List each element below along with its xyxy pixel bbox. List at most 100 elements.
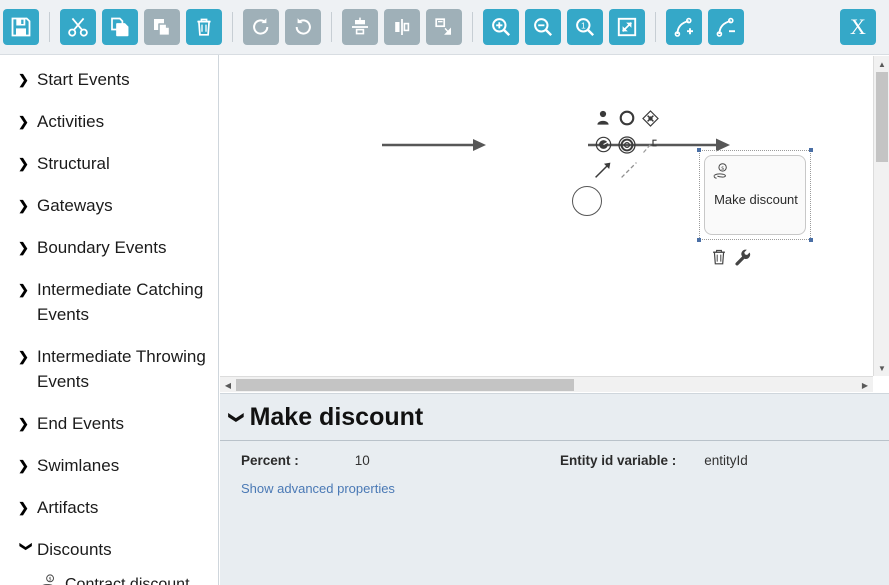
align-vertical-icon (349, 16, 371, 38)
palette-item-label: Contract discount (65, 576, 190, 585)
zoom-fit-button[interactable] (609, 9, 645, 45)
scroll-right-arrow[interactable]: ▶ (857, 377, 873, 393)
palette-group-discounts[interactable]: ❯ Discounts (0, 537, 218, 562)
connect-sequence-flow-icon[interactable] (594, 161, 612, 184)
same-size-button[interactable] (426, 9, 462, 45)
append-text-annotation-icon[interactable] (642, 138, 659, 159)
toolbar-group-zoom: 1 (480, 9, 648, 45)
toolbar-group-file (0, 9, 42, 45)
canvas-vertical-scrollbar[interactable]: ▲ ▼ (873, 56, 889, 376)
palette-group-gateways[interactable]: ❯ Gateways (0, 193, 218, 218)
copy-button[interactable] (102, 9, 138, 45)
zoom-actual-icon: 1 (574, 16, 596, 38)
palette-group-swimlanes[interactable]: ❯ Swimlanes (0, 453, 218, 478)
palette-group-label: Structural (37, 154, 110, 173)
palette-item-contract-discount[interactable]: $ Contract discount (0, 573, 218, 585)
toolbar-separator (655, 12, 656, 42)
task-label: Make discount (714, 192, 798, 207)
property-row-entity-id-variable: Entity id variable : entityId (560, 453, 748, 468)
connect-association-icon[interactable] (620, 161, 638, 184)
palette-group-intermediate-catching-events[interactable]: ❯ Intermediate Catching Events (0, 277, 218, 327)
toolbar-group-history (240, 9, 324, 45)
redo-button[interactable] (243, 9, 279, 45)
palette-group-label: Boundary Events (37, 238, 167, 257)
zoom-out-button[interactable] (525, 9, 561, 45)
undo-icon (292, 16, 314, 38)
properties-body: Percent : 10 Entity id variable : entity… (220, 441, 889, 496)
align-horizontal-icon (391, 16, 413, 38)
copy-icon (109, 16, 131, 38)
delete-button[interactable] (186, 9, 222, 45)
append-user-task-icon[interactable] (596, 110, 610, 130)
scroll-down-arrow[interactable]: ▼ (874, 360, 889, 376)
append-gateway-icon[interactable] (642, 110, 659, 132)
property-row-percent: Percent : 10 (241, 453, 370, 468)
percent-label: Percent : (241, 453, 299, 468)
palette-group-label: Gateways (37, 196, 113, 215)
palette-group-start-events[interactable]: ❯ Start Events (0, 67, 218, 92)
align-vertical-button[interactable] (342, 9, 378, 45)
resize-handle-sw[interactable] (697, 238, 701, 242)
palette-group-activities[interactable]: ❯ Activities (0, 109, 218, 134)
entity-id-variable-label: Entity id variable : (560, 453, 677, 468)
zoom-actual-button[interactable]: 1 (567, 9, 603, 45)
zoom-in-button[interactable] (483, 9, 519, 45)
add-bendpoint-icon (673, 16, 695, 38)
palette-group-boundary-events[interactable]: ❯ Boundary Events (0, 235, 218, 260)
svg-text:$: $ (49, 576, 52, 583)
resize-handle-ne[interactable] (809, 148, 813, 152)
append-timer-event-icon[interactable] (595, 136, 612, 158)
diagram-canvas[interactable]: $ Make discount (220, 56, 873, 376)
resize-handle-nw[interactable] (697, 148, 701, 152)
scrollbar-corner (873, 376, 889, 392)
zoom-in-icon (490, 16, 512, 38)
svg-text:1: 1 (581, 21, 586, 31)
close-button[interactable]: X (840, 9, 876, 45)
paste-button[interactable] (144, 9, 180, 45)
palette-group-end-events[interactable]: ❯ End Events (0, 411, 218, 436)
undo-button[interactable] (285, 9, 321, 45)
chevron-right-icon: ❯ (18, 72, 29, 87)
palette-group-structural[interactable]: ❯ Structural (0, 151, 218, 176)
palette-group-label: Artifacts (37, 498, 99, 517)
align-horizontal-button[interactable] (384, 9, 420, 45)
task-shape[interactable]: $ Make discount (704, 155, 806, 235)
save-icon (10, 16, 32, 38)
chevron-down-icon: ❯ (19, 541, 34, 552)
properties-header[interactable]: ❯ Make discount (220, 394, 889, 441)
scroll-left-arrow[interactable]: ◀ (220, 377, 236, 393)
add-bendpoint-button[interactable] (666, 9, 702, 45)
start-event-shape[interactable] (572, 186, 602, 216)
cut-button[interactable] (60, 9, 96, 45)
entity-id-variable-value[interactable]: entityId (704, 453, 748, 468)
resize-handle-se[interactable] (809, 238, 813, 242)
toolbar-separator (331, 12, 332, 42)
palette-group-label: Activities (37, 112, 105, 131)
zoom-out-icon (532, 16, 554, 38)
append-end-event-icon[interactable] (618, 136, 636, 159)
remove-bendpoint-button[interactable] (708, 9, 744, 45)
same-size-icon (433, 16, 455, 38)
main-toolbar: 1 X (0, 0, 889, 55)
hand-dollar-icon: $ (712, 162, 732, 187)
properties-title: Make discount (249, 402, 424, 431)
configure-element-icon[interactable] (734, 248, 752, 271)
diagram-canvas-area: $ Make discount ▲ ▼ ◀ ▶ (220, 56, 889, 392)
vertical-scroll-thumb[interactable] (876, 72, 888, 162)
canvas-horizontal-scrollbar[interactable]: ◀ ▶ (220, 376, 873, 392)
show-advanced-properties-link[interactable]: Show advanced properties (241, 481, 395, 496)
delete-element-icon[interactable] (711, 248, 727, 271)
save-button[interactable] (3, 9, 39, 45)
chevron-right-icon: ❯ (18, 458, 29, 473)
toolbar-separator (49, 12, 50, 42)
append-event-icon[interactable] (619, 110, 635, 131)
palette-group-intermediate-throwing-events[interactable]: ❯ Intermediate Throwing Events (0, 344, 218, 394)
remove-bendpoint-icon (715, 16, 737, 38)
horizontal-scroll-thumb[interactable] (236, 379, 574, 391)
hand-dollar-icon: $ (40, 573, 59, 585)
palette-group-label: Discounts (37, 540, 112, 559)
scroll-up-arrow[interactable]: ▲ (874, 56, 889, 72)
chevron-right-icon: ❯ (18, 282, 29, 297)
palette-group-artifacts[interactable]: ❯ Artifacts (0, 495, 218, 520)
percent-value[interactable]: 10 (355, 453, 370, 468)
